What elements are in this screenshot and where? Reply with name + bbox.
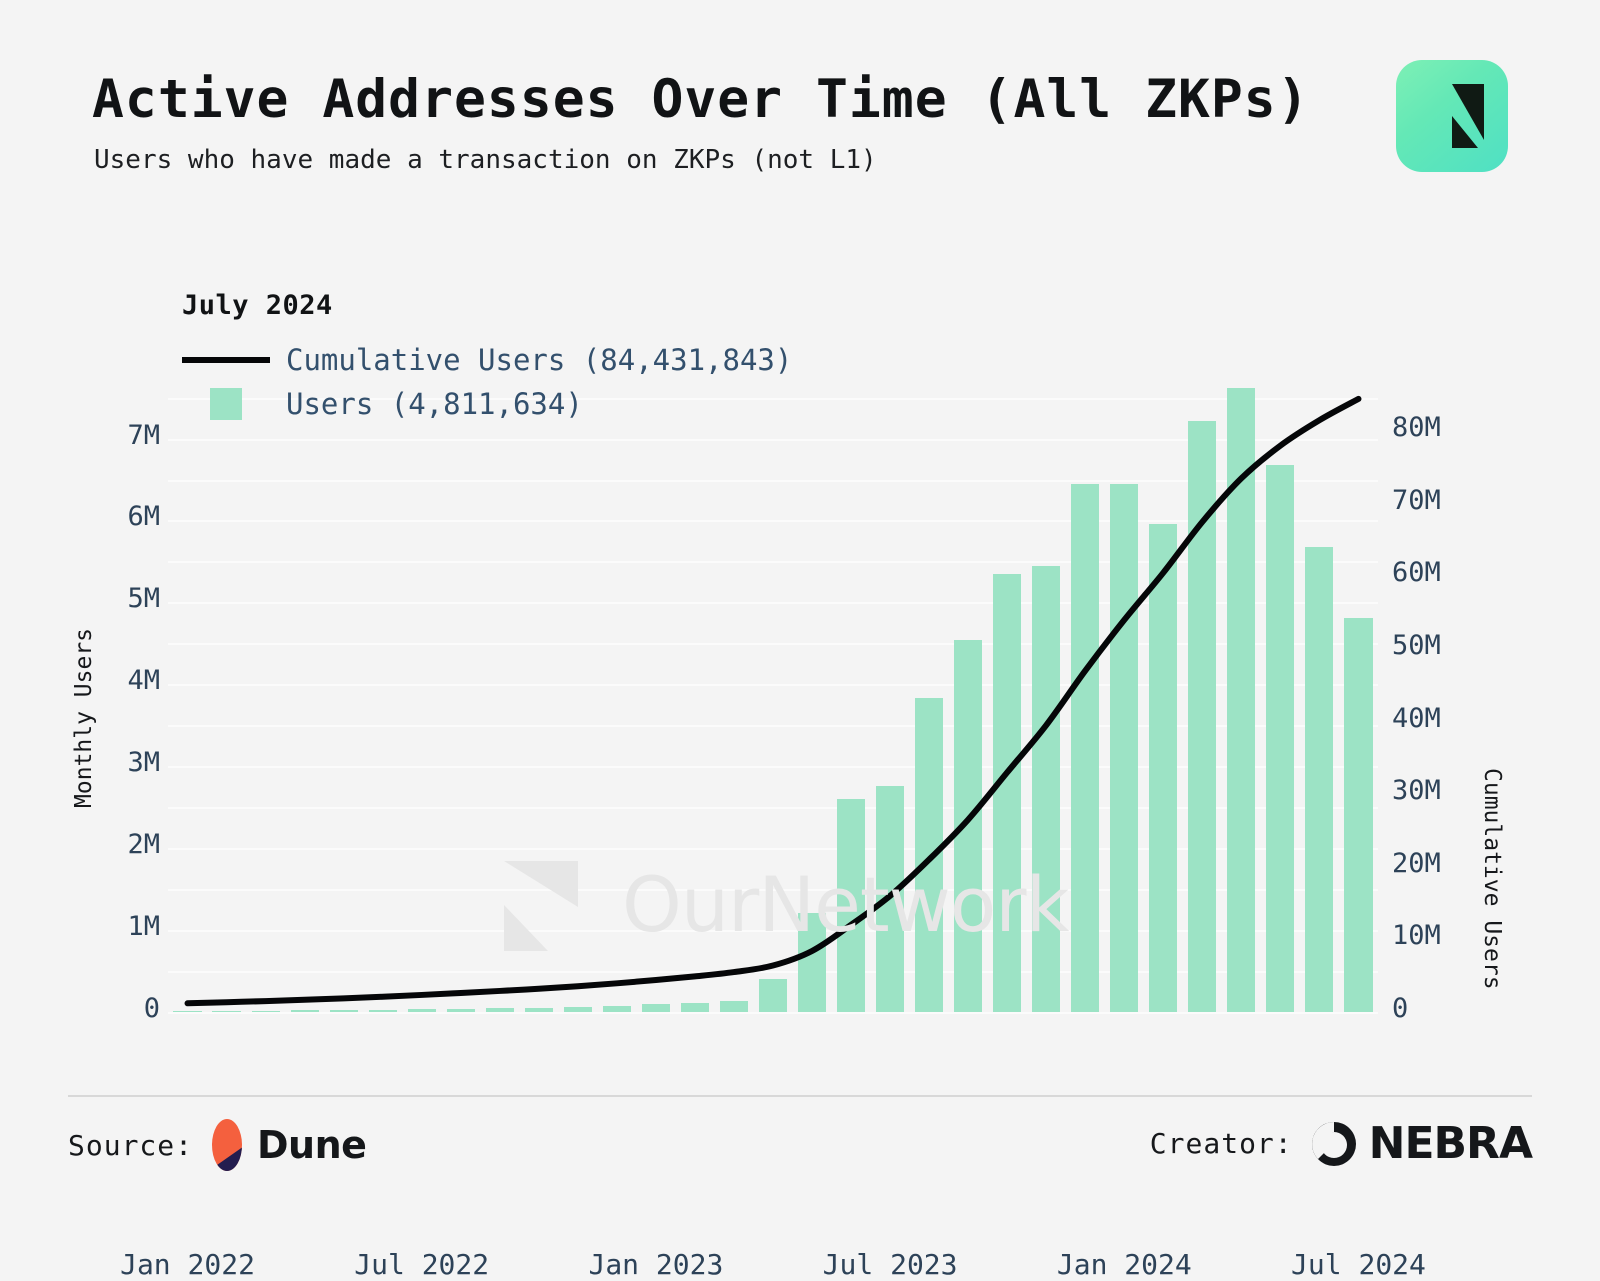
- footer-creator: Creator: NEBRA: [1149, 1118, 1533, 1169]
- y-axis-left-tick: 0: [143, 993, 160, 1024]
- cumulative-line-series: [184, 395, 1362, 1007]
- y-axis-right-title: Cumulative Users: [1479, 768, 1505, 990]
- y-axis-left-tick: 4M: [127, 665, 160, 697]
- page-subtitle: Users who have made a transaction on ZKP…: [94, 144, 877, 175]
- y-axis-left-tick: 3M: [127, 747, 160, 779]
- y-axis-left-tick: 1M: [127, 911, 160, 943]
- source-label: Source:: [68, 1128, 194, 1162]
- dune-logo-icon: [212, 1119, 243, 1171]
- y-axis-right-tick: 30M: [1392, 775, 1441, 807]
- legend-item-users[interactable]: Users (4,811,634): [182, 387, 792, 421]
- y-axis-left-title: Monthly Users: [71, 627, 97, 808]
- footer-divider: [68, 1095, 1532, 1097]
- y-axis-right-tick: 50M: [1392, 629, 1441, 661]
- ournetwork-logo-icon: [1396, 60, 1508, 172]
- header: Active Addresses Over Time (All ZKPs) Us…: [92, 60, 1508, 212]
- x-axis-tick: Jan 2022: [120, 1248, 255, 1281]
- creator-label: Creator:: [1149, 1127, 1293, 1160]
- legend-bar-swatch-wrap: [182, 388, 270, 420]
- y-axis-left-tick: 6M: [127, 501, 160, 533]
- plot-area: [168, 373, 1378, 1014]
- y-axis-left-tick: 2M: [127, 829, 160, 861]
- footer-source: Source: Dune: [68, 1118, 367, 1172]
- x-axis-tick: Jul 2023: [822, 1248, 958, 1281]
- y-axis-right-tick: 70M: [1392, 484, 1441, 516]
- source-name: Dune: [257, 1123, 367, 1167]
- x-axis-tick: Jan 2024: [1056, 1248, 1192, 1281]
- legend-period: July 2024: [182, 290, 333, 321]
- y-axis-left-tick: 5M: [127, 583, 160, 615]
- x-axis-tick: Jul 2022: [354, 1248, 490, 1281]
- x-axis-tick: Jan 2023: [588, 1248, 724, 1281]
- y-axis-right-tick: 60M: [1392, 557, 1441, 589]
- y-axis-left-tick: 7M: [127, 419, 160, 451]
- cumulative-line: [184, 395, 1362, 1007]
- chart-page: Active Addresses Over Time (All ZKPs) Us…: [0, 0, 1600, 1281]
- creator-name: NEBRA: [1368, 1118, 1533, 1169]
- page-title: Active Addresses Over Time (All ZKPs): [92, 69, 1310, 130]
- y-axis-right-tick: 80M: [1392, 412, 1441, 444]
- y-axis-right-tick: 10M: [1392, 920, 1441, 952]
- y-axis-right-tick: 40M: [1392, 702, 1441, 734]
- y-axis-right-tick: 0: [1392, 993, 1409, 1024]
- chart-legend: July 2024 Cumulative Users (84,431,843) …: [182, 290, 792, 431]
- footer: Source: Dune Creator: NEBRA: [68, 1108, 1533, 1178]
- legend-bar-swatch-icon: [210, 388, 242, 420]
- gridline: [168, 1012, 1378, 1014]
- legend-item-cumulative-users[interactable]: Cumulative Users (84,431,843): [182, 343, 792, 377]
- nebra-logo-icon: [1311, 1121, 1356, 1166]
- x-axis-tick: Jul 2024: [1291, 1248, 1426, 1281]
- y-axis-right-tick: 20M: [1392, 847, 1441, 879]
- legend-item-label: Cumulative Users (84,431,843): [286, 343, 793, 377]
- legend-line-swatch-icon: [182, 357, 270, 363]
- legend-item-label: Users (4,811,634): [286, 387, 583, 421]
